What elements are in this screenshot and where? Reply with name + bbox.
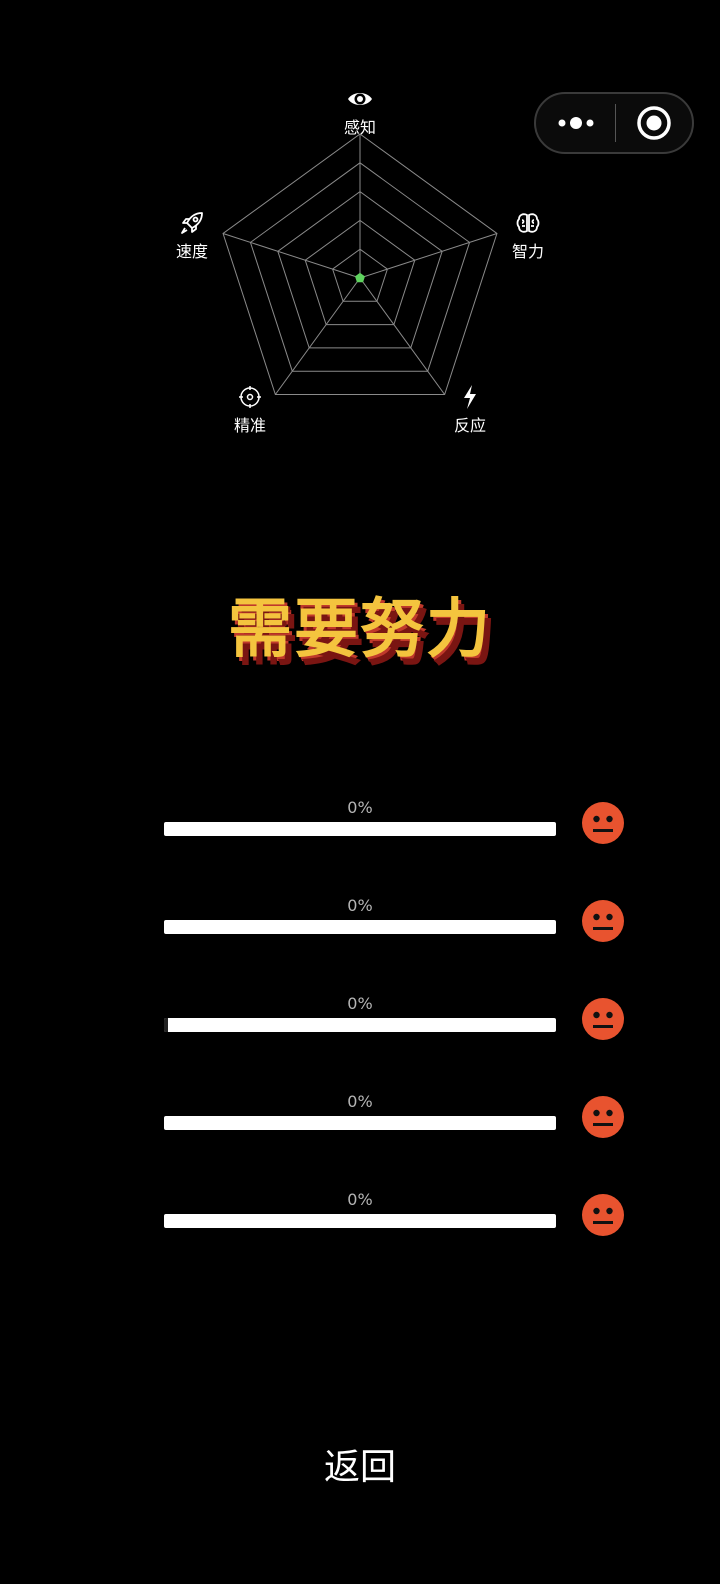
score-progress-bar bbox=[164, 1018, 556, 1032]
score-percent: 0% bbox=[347, 994, 373, 1013]
back-button[interactable]: 返回 bbox=[260, 1438, 460, 1498]
axis-intelligence: 智力 bbox=[488, 210, 568, 262]
eye-icon bbox=[346, 86, 374, 112]
score-percent: 0% bbox=[347, 896, 373, 915]
radar-spoke bbox=[274, 277, 361, 395]
score-percent: 0% bbox=[347, 798, 373, 817]
radar-spoke bbox=[222, 233, 361, 279]
neutral-face-icon bbox=[582, 900, 624, 942]
radar-spoke bbox=[359, 277, 446, 395]
score-progress-bar bbox=[164, 920, 556, 934]
axis-label-precision: 精准 bbox=[233, 416, 266, 435]
score-progress-bar bbox=[164, 1116, 556, 1130]
axis-label-speed: 速度 bbox=[175, 242, 208, 261]
axis-label-perception: 感知 bbox=[343, 118, 376, 137]
neutral-face-icon bbox=[582, 1096, 624, 1138]
axis-label-intelligence: 智力 bbox=[511, 242, 544, 261]
axis-speed: 速度 bbox=[152, 210, 232, 262]
neutral-face-icon bbox=[582, 1194, 624, 1236]
axis-perception: 感知 bbox=[320, 86, 400, 138]
rocket-icon bbox=[178, 210, 206, 236]
axis-label-reaction: 反应 bbox=[453, 416, 486, 435]
radar-value-polygon bbox=[355, 272, 365, 283]
score-row: 0% bbox=[164, 1190, 624, 1250]
score-percent: 0% bbox=[347, 1190, 373, 1209]
score-row: 0% bbox=[164, 798, 624, 858]
score-row: 0% bbox=[164, 896, 624, 956]
score-progress-fill bbox=[164, 1018, 168, 1032]
axis-reaction: 反应 bbox=[430, 384, 510, 436]
more-dots-icon bbox=[558, 117, 593, 129]
score-percent: 0% bbox=[347, 1092, 373, 1111]
radar-spoke bbox=[359, 233, 498, 279]
score-progress-bar bbox=[164, 1214, 556, 1228]
brain-icon bbox=[514, 210, 542, 236]
more-button[interactable] bbox=[536, 94, 615, 152]
axis-precision: 精准 bbox=[210, 384, 290, 436]
neutral-face-icon bbox=[582, 998, 624, 1040]
radar-spokes bbox=[222, 134, 498, 395]
target-circle-icon bbox=[637, 106, 671, 140]
score-row: 0% bbox=[164, 1092, 624, 1152]
lightning-icon bbox=[456, 384, 484, 410]
result-verdict-title: 需要努力 bbox=[228, 593, 492, 667]
radar-chart bbox=[222, 133, 498, 395]
close-mini-program-button[interactable] bbox=[616, 94, 692, 152]
mini-program-capsule bbox=[534, 92, 694, 154]
crosshair-icon bbox=[236, 384, 264, 410]
score-row: 0% bbox=[164, 994, 624, 1054]
score-progress-bar bbox=[164, 822, 556, 836]
neutral-face-icon bbox=[582, 802, 624, 844]
